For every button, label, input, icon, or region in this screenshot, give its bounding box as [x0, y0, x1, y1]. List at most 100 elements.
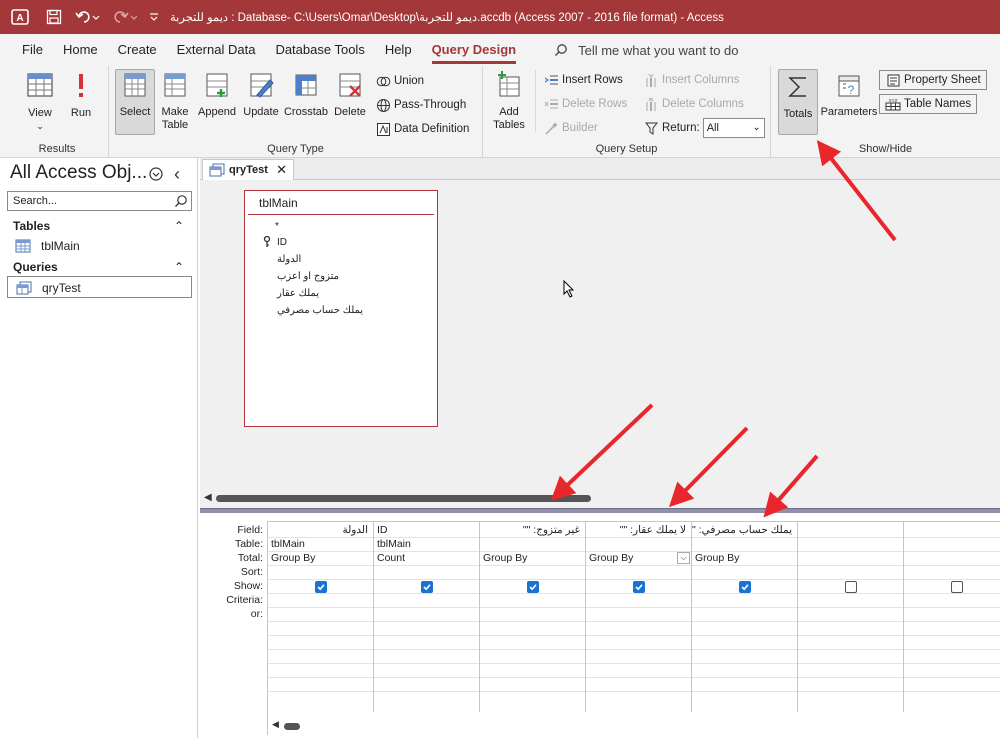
grid-field-cell[interactable]: لا يملك عقار: ""	[586, 524, 692, 538]
delete-query-button[interactable]: Delete	[331, 70, 369, 119]
data-definition-button[interactable]: Data Definition	[375, 119, 469, 139]
grid-table-cell[interactable]	[586, 538, 692, 552]
add-tables-button[interactable]: Add Tables	[491, 70, 527, 132]
grid-total-cell[interactable]: Count	[374, 552, 480, 566]
tell-me-box[interactable]: Tell me what you want to do	[554, 43, 739, 58]
nav-pane-title[interactable]: All Access Obj...	[10, 162, 147, 184]
show-checkbox[interactable]	[951, 581, 963, 593]
save-icon[interactable]	[44, 0, 64, 34]
nav-group-queries[interactable]: Queries ⌃	[7, 257, 192, 277]
show-checkbox[interactable]	[633, 581, 645, 593]
tab-qrytest[interactable]: qryTest ✕	[202, 159, 294, 181]
show-checkbox[interactable]	[315, 581, 327, 593]
make-table-button[interactable]: Make Table	[157, 70, 193, 132]
pass-through-button[interactable]: Pass-Through	[375, 95, 466, 115]
tab-query-design[interactable]: Query Design	[422, 34, 527, 66]
append-button[interactable]: Append	[195, 70, 239, 119]
grid-scroll-left-icon[interactable]: ◀	[272, 719, 279, 730]
grid-column[interactable]: الدولة tblMain Group By	[268, 522, 374, 712]
tab-external-data[interactable]: External Data	[167, 34, 266, 66]
nav-item-tblmain[interactable]: tblMain	[7, 235, 192, 257]
field-owns-property[interactable]: يملك عقار	[277, 288, 319, 299]
tab-query-design-label: Query Design	[431, 42, 517, 64]
delete-columns-button[interactable]: Delete Columns	[643, 94, 744, 114]
field-id[interactable]: ID	[277, 237, 287, 248]
grid-field-cell[interactable]: يملك حساب مصرفي: ""	[692, 524, 798, 538]
field-has-bank-account[interactable]: يملك حساب مصرفي	[277, 305, 363, 316]
nav-group-tables[interactable]: Tables ⌃	[7, 216, 192, 236]
tab-home[interactable]: Home	[53, 34, 108, 66]
grid-table-cell[interactable]	[904, 538, 1000, 552]
crosstab-label: Crosstab	[283, 106, 329, 118]
show-checkbox[interactable]	[421, 581, 433, 593]
close-icon[interactable]: ✕	[276, 160, 287, 180]
insert-columns-button[interactable]: Insert Columns	[643, 70, 739, 90]
crosstab-button[interactable]: Crosstab	[283, 70, 329, 119]
grid-table-cell[interactable]	[692, 538, 798, 552]
undo-icon[interactable]	[72, 0, 104, 34]
scroll-left-icon[interactable]: ◀	[204, 492, 212, 503]
grid-total-cell[interactable]: Group By	[480, 552, 586, 566]
grid-total-cell[interactable]: Group By	[692, 552, 798, 566]
tab-help[interactable]: Help	[375, 34, 422, 66]
run-button[interactable]: Run	[64, 70, 98, 120]
table-field-list[interactable]: tblMain * ID الدولة متزوج او اعزب يملك ع…	[244, 190, 438, 427]
redo-icon[interactable]	[108, 0, 140, 34]
show-checkbox[interactable]	[739, 581, 751, 593]
nav-menu-icon[interactable]	[148, 166, 164, 185]
grid-field-cell[interactable]	[904, 524, 1000, 538]
nav-group-label: Tables	[13, 219, 51, 233]
nav-item-qrytest[interactable]: qryTest	[7, 276, 192, 298]
field-all[interactable]: *	[275, 221, 279, 232]
table-pane-scrollbar[interactable]: ◀	[200, 490, 1000, 506]
update-button[interactable]: Update	[240, 70, 282, 119]
grid-table-cell[interactable]	[480, 538, 586, 552]
grid-total-cell[interactable]	[904, 552, 1000, 566]
customize-toolbar-icon[interactable]	[146, 0, 162, 34]
grid-field-cell[interactable]: الدولة	[268, 524, 374, 538]
tab-file[interactable]: File	[12, 34, 53, 66]
append-label: Append	[198, 106, 236, 118]
scrollbar-thumb[interactable]	[216, 495, 591, 502]
grid-total-cell[interactable]: Group By	[268, 552, 374, 566]
grid-column[interactable]: لا يملك عقار: "" Group By ⌵	[586, 522, 692, 712]
pass-through-label: Pass-Through	[394, 99, 467, 111]
grid-table-cell[interactable]: tblMain	[268, 538, 374, 552]
parameters-button[interactable]: ? Parameters	[820, 70, 878, 119]
nav-search-placeholder: Search...	[13, 195, 58, 207]
grid-table-cell[interactable]: tblMain	[374, 538, 480, 552]
show-checkbox[interactable]	[527, 581, 539, 593]
nav-item-label: tblMain	[41, 239, 80, 253]
property-sheet-button[interactable]: Property Sheet	[879, 70, 987, 90]
grid-column[interactable]: غير متزوج: "" Group By	[480, 522, 586, 712]
delete-rows-button[interactable]: Delete Rows	[543, 94, 627, 114]
tab-database-tools[interactable]: Database Tools	[265, 34, 374, 66]
builder-button[interactable]: Builder	[543, 118, 598, 138]
grid-table-cell[interactable]	[798, 538, 904, 552]
grid-field-cell[interactable]	[798, 524, 904, 538]
grid-column[interactable]: يملك حساب مصرفي: "" Group By	[692, 522, 798, 712]
grid-column[interactable]	[798, 522, 904, 712]
view-button[interactable]: View ⌄	[18, 70, 62, 133]
select-query-button[interactable]: Select	[115, 69, 155, 135]
tab-create[interactable]: Create	[108, 34, 167, 66]
grid-total-cell[interactable]	[798, 552, 904, 566]
nav-search-input[interactable]: Search...	[7, 191, 192, 211]
grid-column[interactable]	[904, 522, 1000, 712]
totals-button[interactable]: Totals	[778, 69, 818, 135]
union-button[interactable]: Union	[375, 71, 424, 91]
field-married[interactable]: متزوج او اعزب	[277, 271, 339, 282]
grid-scrollbar-thumb[interactable]	[284, 723, 300, 730]
shutter-bar-close-icon[interactable]: ‹	[174, 164, 180, 185]
grid-field-cell[interactable]: غير متزوج: ""	[480, 524, 586, 538]
insert-rows-button[interactable]: Insert Rows	[543, 70, 623, 90]
table-names-button[interactable]: XYZ Table Names	[879, 94, 978, 114]
row-label-sort: Sort:	[240, 566, 263, 578]
total-dropdown-icon[interactable]: ⌵	[677, 552, 690, 564]
grid-column[interactable]: ID tblMain Count	[374, 522, 480, 712]
show-checkbox[interactable]	[845, 581, 857, 593]
return-select[interactable]: All ⌄	[702, 118, 765, 138]
field-country[interactable]: الدولة	[277, 254, 301, 265]
row-label-total: Total:	[237, 552, 263, 564]
grid-field-cell[interactable]: ID	[374, 524, 480, 538]
